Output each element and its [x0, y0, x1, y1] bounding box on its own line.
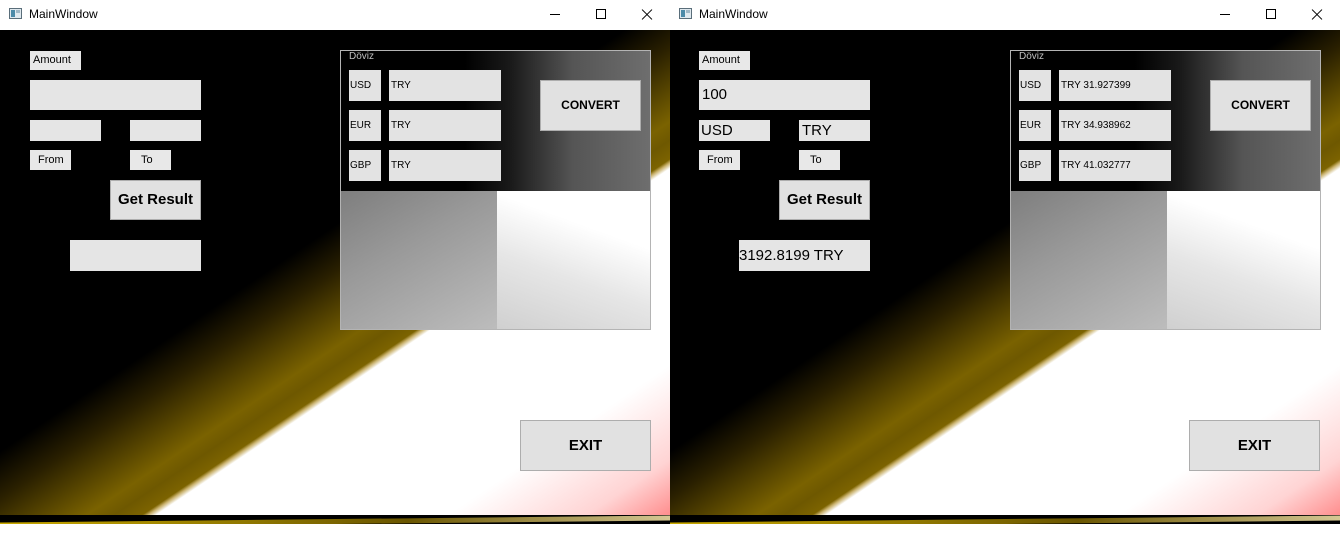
main-window-empty: MainWindow Amount From To Get Result Döv… [0, 0, 670, 533]
get-result-button[interactable]: Get Result [779, 180, 870, 220]
app-window-icon [9, 8, 22, 19]
get-result-button[interactable]: Get Result [110, 180, 201, 220]
from-label: From [699, 150, 740, 170]
amount-label: Amount [30, 51, 81, 70]
rate-value-usd: TRY [389, 70, 501, 101]
app-window-icon [679, 8, 692, 19]
rate-currency-usd: USD [349, 70, 381, 101]
rate-currency-gbp: GBP [349, 150, 381, 181]
rate-value-eur: TRY 34.938962 [1059, 110, 1171, 141]
group-background [341, 191, 650, 329]
title-bar[interactable]: MainWindow [670, 0, 1340, 30]
main-window-filled: MainWindow Amount 100 USD TRY From To Ge… [670, 0, 1340, 533]
rate-currency-usd: USD [1019, 70, 1051, 101]
rate-value-gbp: TRY [389, 150, 501, 181]
group-title: Döviz [1019, 51, 1045, 62]
from-currency-input[interactable]: USD [699, 120, 770, 141]
window-title: MainWindow [699, 7, 768, 21]
maximize-icon[interactable] [1248, 0, 1294, 30]
rate-value-eur: TRY [389, 110, 501, 141]
exit-button[interactable]: EXIT [1189, 420, 1320, 471]
to-currency-input[interactable] [130, 120, 201, 141]
group-title: Döviz [349, 51, 375, 62]
to-label: To [130, 150, 171, 170]
rate-currency-eur: EUR [1019, 110, 1051, 141]
result-field [70, 240, 201, 271]
amount-label: Amount [699, 51, 750, 70]
to-currency-input[interactable]: TRY [799, 120, 870, 141]
from-currency-input[interactable] [30, 120, 101, 141]
client-area: Amount From To Get Result Döviz USD TRY … [0, 30, 670, 515]
minimize-icon[interactable] [532, 0, 578, 30]
close-icon[interactable] [624, 0, 670, 30]
close-icon[interactable] [1294, 0, 1340, 30]
convert-button[interactable]: CONVERT [1210, 80, 1311, 131]
to-label: To [799, 150, 840, 170]
client-area: Amount 100 USD TRY From To Get Result 31… [670, 30, 1340, 515]
rate-currency-eur: EUR [349, 110, 381, 141]
minimize-icon[interactable] [1202, 0, 1248, 30]
rate-value-usd: TRY 31.927399 [1059, 70, 1171, 101]
bottom-white-strip [0, 524, 670, 533]
rate-value-gbp: TRY 41.032777 [1059, 150, 1171, 181]
window-bottom-edge [0, 515, 670, 533]
result-field: 3192.8199 TRY [739, 240, 870, 271]
from-label: From [30, 150, 71, 170]
convert-button[interactable]: CONVERT [540, 80, 641, 131]
bottom-white-strip [670, 524, 1340, 533]
maximize-icon[interactable] [578, 0, 624, 30]
rate-currency-gbp: GBP [1019, 150, 1051, 181]
doviz-group-box: Döviz USD TRY EUR TRY GBP TRY CONVERT [340, 50, 651, 330]
exit-button[interactable]: EXIT [520, 420, 651, 471]
doviz-group-box: Döviz USD TRY 31.927399 EUR TRY 34.93896… [1010, 50, 1321, 330]
group-background [1011, 191, 1320, 329]
window-bottom-edge [670, 515, 1340, 533]
window-title: MainWindow [29, 7, 98, 21]
amount-input[interactable]: 100 [699, 80, 870, 110]
amount-input[interactable] [30, 80, 201, 110]
title-bar[interactable]: MainWindow [0, 0, 670, 30]
